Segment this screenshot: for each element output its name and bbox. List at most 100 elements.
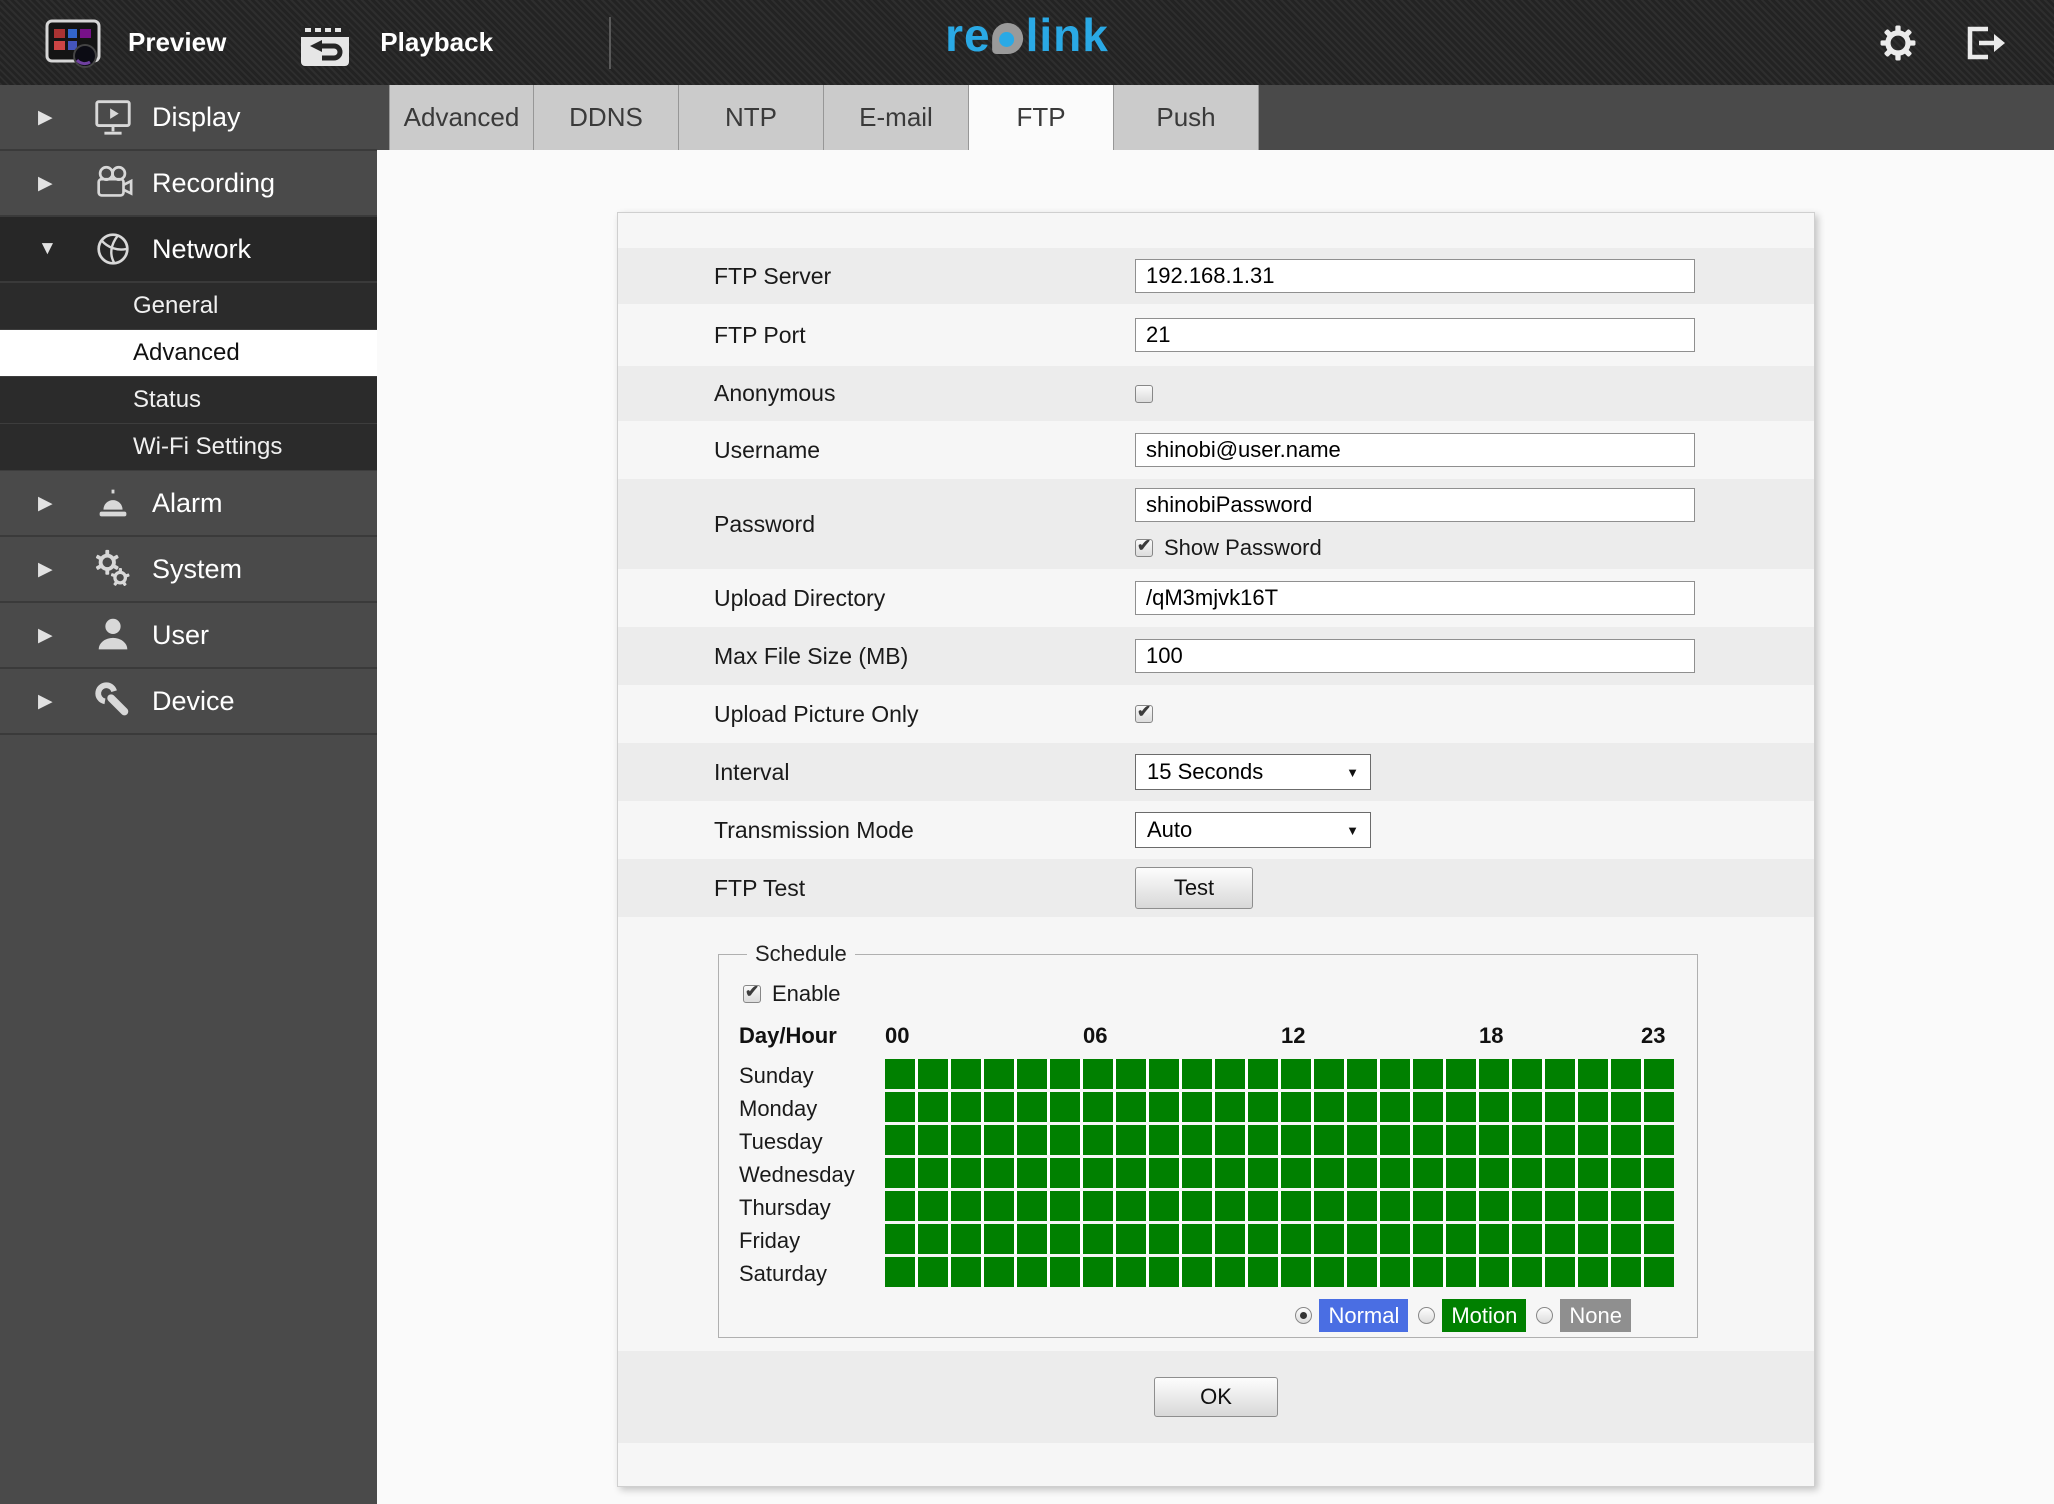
schedule-cell[interactable] [1215,1257,1245,1287]
schedule-cell[interactable] [1248,1158,1278,1188]
schedule-cell[interactable] [984,1257,1014,1287]
schedule-cell[interactable] [1413,1191,1443,1221]
schedule-cell[interactable] [1380,1257,1410,1287]
schedule-cell[interactable] [1116,1257,1146,1287]
schedule-cell[interactable] [1413,1158,1443,1188]
schedule-cell[interactable] [1314,1257,1344,1287]
schedule-cell[interactable] [1215,1158,1245,1188]
schedule-cell[interactable] [1479,1092,1509,1122]
sidebar-subitem-general[interactable]: General [0,283,377,330]
schedule-cell[interactable] [1512,1224,1542,1254]
schedule-cell[interactable] [1611,1158,1641,1188]
schedule-cell[interactable] [1578,1257,1608,1287]
schedule-cell[interactable] [1314,1224,1344,1254]
schedule-cell[interactable] [1083,1158,1113,1188]
schedule-cell[interactable] [1083,1224,1113,1254]
schedule-cell[interactable] [1545,1224,1575,1254]
schedule-cell[interactable] [918,1158,948,1188]
schedule-cell[interactable] [1347,1257,1377,1287]
schedule-cell[interactable] [1050,1092,1080,1122]
schedule-cell[interactable] [918,1224,948,1254]
ftp-port-input[interactable] [1135,318,1695,352]
schedule-cell[interactable] [1248,1191,1278,1221]
sidebar-item-user[interactable]: ▶ User [0,603,377,669]
schedule-cell[interactable] [1281,1191,1311,1221]
schedule-cell[interactable] [1413,1059,1443,1089]
schedule-cell[interactable] [1281,1224,1311,1254]
schedule-cell[interactable] [1380,1092,1410,1122]
schedule-cell[interactable] [885,1158,915,1188]
schedule-cell[interactable] [1479,1158,1509,1188]
max-file-size-input[interactable] [1135,639,1695,673]
schedule-cell[interactable] [1644,1158,1674,1188]
schedule-cell[interactable] [885,1191,915,1221]
schedule-cell[interactable] [951,1092,981,1122]
schedule-cell[interactable] [1083,1125,1113,1155]
password-input[interactable] [1135,487,1695,522]
schedule-cell[interactable] [1512,1158,1542,1188]
schedule-enable-checkbox[interactable] [743,982,761,1003]
schedule-cell[interactable] [1281,1059,1311,1089]
schedule-cell[interactable] [1083,1191,1113,1221]
schedule-cell[interactable] [1545,1257,1575,1287]
logout-icon[interactable] [1960,22,2006,64]
schedule-cell[interactable] [1248,1125,1278,1155]
sidebar-item-recording[interactable]: ▶ Recording [0,151,377,217]
schedule-cell[interactable] [1017,1125,1047,1155]
schedule-cell[interactable] [1116,1191,1146,1221]
schedule-cell[interactable] [1578,1092,1608,1122]
schedule-cell[interactable] [1050,1224,1080,1254]
schedule-cell[interactable] [984,1125,1014,1155]
schedule-cell[interactable] [1479,1059,1509,1089]
schedule-cell[interactable] [918,1092,948,1122]
schedule-cell[interactable] [1611,1257,1641,1287]
schedule-cell[interactable] [1578,1191,1608,1221]
schedule-cell[interactable] [1512,1257,1542,1287]
schedule-cell[interactable] [1644,1092,1674,1122]
schedule-cell[interactable] [1248,1092,1278,1122]
schedule-cell[interactable] [951,1257,981,1287]
tab-ftp[interactable]: FTP [969,85,1114,150]
sidebar-item-system[interactable]: ▶ System [0,537,377,603]
schedule-cell[interactable] [984,1092,1014,1122]
schedule-cell[interactable] [1644,1224,1674,1254]
schedule-cell[interactable] [1446,1224,1476,1254]
upload-picture-only-checkbox[interactable] [1135,702,1153,723]
tab-advanced[interactable]: Advanced [389,85,534,150]
ftp-server-input[interactable] [1135,259,1695,293]
schedule-cell[interactable] [1578,1125,1608,1155]
schedule-cell[interactable] [1545,1125,1575,1155]
schedule-cell[interactable] [1050,1257,1080,1287]
schedule-cell[interactable] [1050,1191,1080,1221]
schedule-cell[interactable] [1545,1092,1575,1122]
schedule-cell[interactable] [1116,1224,1146,1254]
schedule-cell[interactable] [1281,1257,1311,1287]
schedule-cell[interactable] [1479,1191,1509,1221]
schedule-cell[interactable] [1347,1158,1377,1188]
schedule-cell[interactable] [1644,1059,1674,1089]
schedule-cell[interactable] [1545,1158,1575,1188]
schedule-cell[interactable] [1479,1224,1509,1254]
schedule-cell[interactable] [1083,1092,1113,1122]
schedule-cell[interactable] [1149,1158,1179,1188]
schedule-cell[interactable] [1314,1158,1344,1188]
schedule-cell[interactable] [1017,1257,1047,1287]
schedule-cell[interactable] [1578,1158,1608,1188]
schedule-cell[interactable] [984,1191,1014,1221]
schedule-cell[interactable] [1413,1224,1443,1254]
playback-button[interactable]: Playback [296,16,493,70]
sidebar-subitem-wifi-settings[interactable]: Wi-Fi Settings [0,424,377,471]
schedule-cell[interactable] [1611,1224,1641,1254]
schedule-cell[interactable] [1314,1191,1344,1221]
schedule-cell[interactable] [1149,1125,1179,1155]
schedule-cell[interactable] [1116,1092,1146,1122]
schedule-cell[interactable] [1017,1059,1047,1089]
schedule-cell[interactable] [1578,1059,1608,1089]
schedule-cell[interactable] [885,1257,915,1287]
schedule-cell[interactable] [885,1224,915,1254]
schedule-cell[interactable] [918,1191,948,1221]
schedule-cell[interactable] [951,1158,981,1188]
schedule-cell[interactable] [1446,1059,1476,1089]
tab-email[interactable]: E-mail [824,85,969,150]
tab-push[interactable]: Push [1114,85,1259,150]
